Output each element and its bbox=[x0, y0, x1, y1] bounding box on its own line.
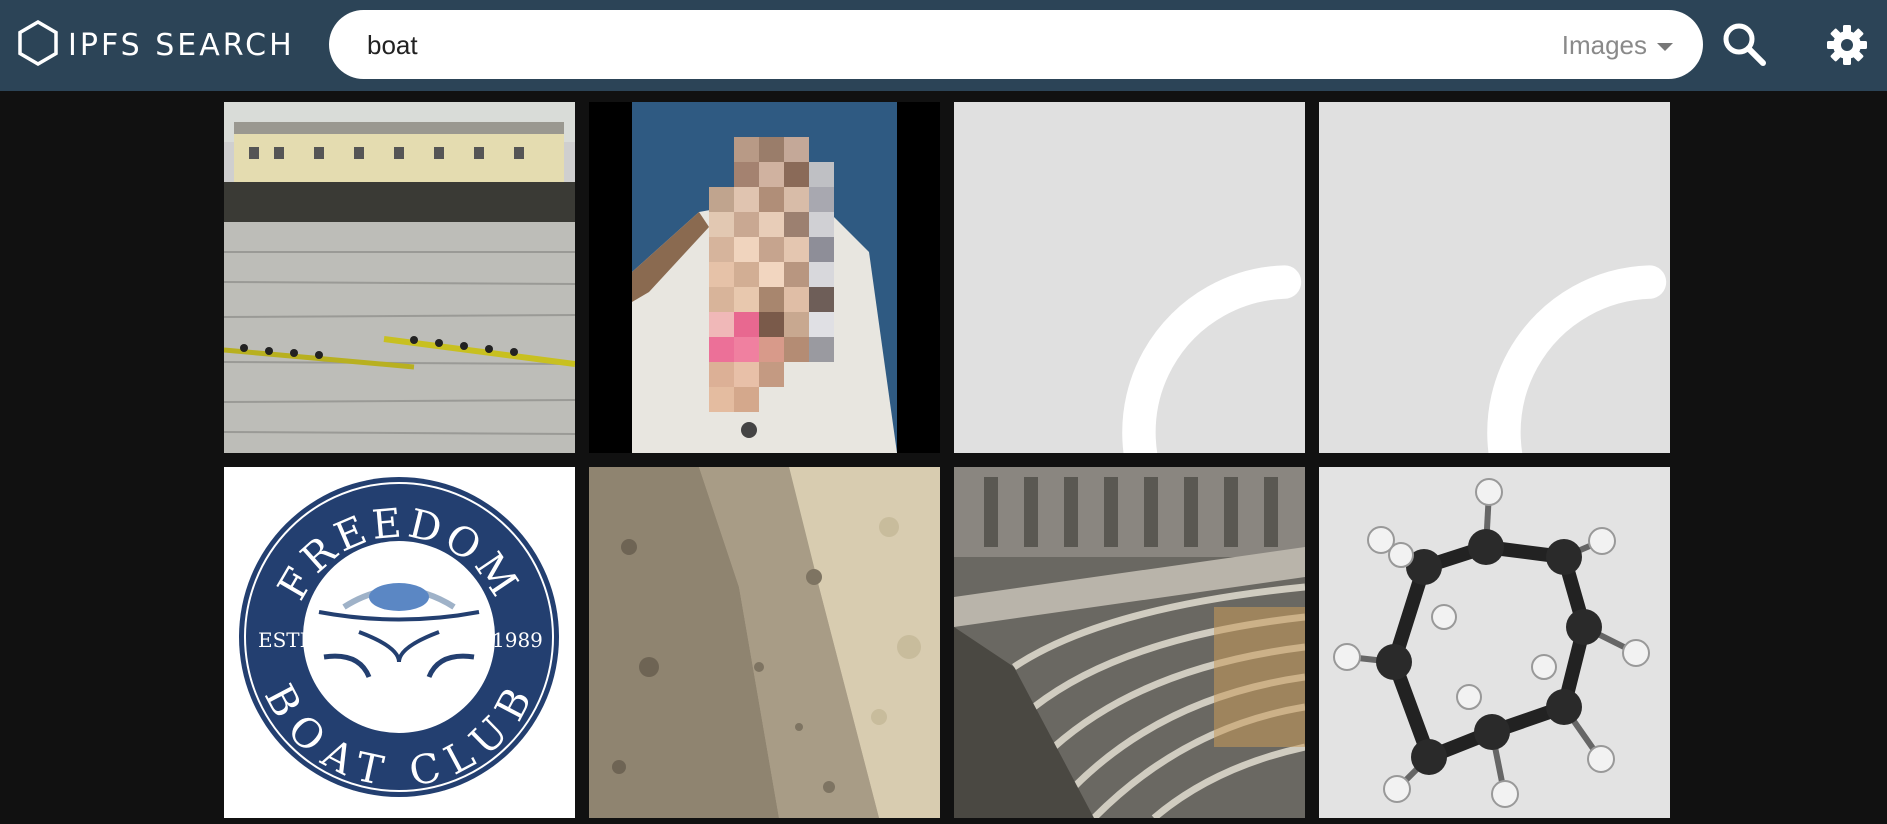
hexagon-icon bbox=[18, 19, 58, 71]
freedom-boat-club-logo-image: FREEDOM BOAT CLUB ESTD 1989 bbox=[224, 467, 575, 818]
result-image-rowing[interactable] bbox=[224, 102, 575, 453]
trench-image bbox=[589, 467, 940, 818]
caret-down-icon bbox=[1657, 42, 1673, 51]
loading-spinner-icon bbox=[1487, 265, 1667, 453]
result-image-molecule[interactable] bbox=[1319, 467, 1670, 818]
loading-spinner-icon bbox=[1122, 265, 1302, 453]
search-button[interactable] bbox=[1720, 20, 1770, 70]
top-app-bar: IPFS SEARCH Images bbox=[0, 0, 1887, 91]
ship-hull-image bbox=[954, 467, 1305, 818]
search-input[interactable] bbox=[367, 28, 1367, 62]
result-image-trench[interactable] bbox=[589, 467, 940, 818]
gear-icon bbox=[1827, 25, 1867, 65]
image-results-grid: FREEDOM BOAT CLUB ESTD 1989 bbox=[224, 102, 1670, 818]
logo-text: IPFS SEARCH bbox=[68, 27, 295, 63]
type-select-label: Images bbox=[1561, 29, 1647, 60]
result-image-ship-hull[interactable] bbox=[954, 467, 1305, 818]
molecule-model-image bbox=[1319, 467, 1670, 818]
ipfs-search-logo[interactable]: IPFS SEARCH bbox=[18, 19, 295, 71]
search-box: Images bbox=[329, 10, 1703, 79]
result-loading-placeholder[interactable] bbox=[954, 102, 1305, 453]
logo-left-text: ESTD bbox=[258, 628, 316, 652]
type-select[interactable]: Images bbox=[1562, 28, 1673, 62]
boat-photo-image bbox=[589, 102, 940, 453]
result-image-boat-photo[interactable] bbox=[589, 102, 940, 453]
logo-right-text: 1989 bbox=[492, 628, 543, 652]
rowing-race-image bbox=[224, 102, 575, 453]
result-image-freedom-boat-club-logo[interactable]: FREEDOM BOAT CLUB ESTD 1989 bbox=[224, 467, 575, 818]
result-loading-placeholder[interactable] bbox=[1319, 102, 1670, 453]
settings-button[interactable] bbox=[1826, 24, 1868, 66]
search-icon bbox=[1723, 23, 1766, 66]
